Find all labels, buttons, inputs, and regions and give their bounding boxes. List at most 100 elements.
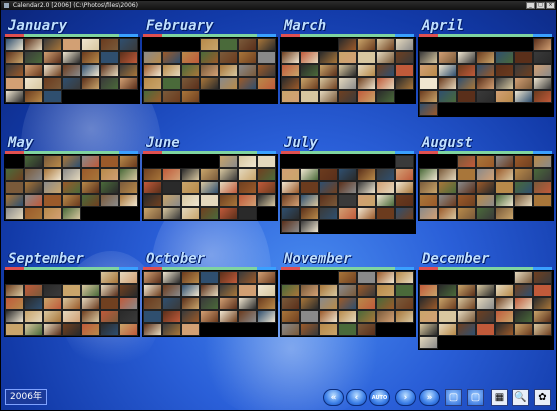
day-thumbnail[interactable] bbox=[338, 51, 357, 64]
auto-button[interactable]: AUTO bbox=[369, 389, 390, 406]
day-thumbnail[interactable] bbox=[81, 323, 100, 336]
day-thumbnail[interactable] bbox=[43, 194, 62, 207]
day-thumbnail[interactable] bbox=[533, 38, 552, 51]
day-thumbnail[interactable] bbox=[438, 297, 457, 310]
day-thumbnail[interactable] bbox=[338, 64, 357, 77]
month-title[interactable]: February bbox=[146, 18, 213, 34]
day-thumbnail[interactable] bbox=[281, 220, 300, 233]
day-thumbnail[interactable] bbox=[300, 194, 319, 207]
day-thumbnail[interactable] bbox=[100, 310, 119, 323]
day-thumbnail[interactable] bbox=[257, 284, 276, 297]
day-thumbnail[interactable] bbox=[238, 38, 257, 51]
day-thumbnail[interactable] bbox=[514, 77, 533, 90]
month-title[interactable]: July bbox=[284, 135, 318, 151]
day-thumbnail[interactable] bbox=[438, 310, 457, 323]
day-thumbnail[interactable] bbox=[43, 51, 62, 64]
day-thumbnail[interactable] bbox=[200, 168, 219, 181]
day-thumbnail[interactable] bbox=[438, 168, 457, 181]
day-thumbnail[interactable] bbox=[419, 103, 438, 116]
day-thumbnail[interactable] bbox=[357, 310, 376, 323]
day-thumbnail[interactable] bbox=[62, 323, 81, 336]
day-thumbnail[interactable] bbox=[100, 194, 119, 207]
day-thumbnail[interactable] bbox=[257, 181, 276, 194]
day-thumbnail[interactable] bbox=[257, 271, 276, 284]
day-thumbnail[interactable] bbox=[200, 51, 219, 64]
day-thumbnail[interactable] bbox=[419, 207, 438, 220]
day-thumbnail[interactable] bbox=[200, 271, 219, 284]
day-thumbnail[interactable] bbox=[395, 51, 414, 64]
day-thumbnail[interactable] bbox=[476, 155, 495, 168]
day-thumbnail[interactable] bbox=[181, 271, 200, 284]
day-thumbnail[interactable] bbox=[300, 168, 319, 181]
day-thumbnail[interactable] bbox=[181, 194, 200, 207]
thumbnail-view-button[interactable]: ▦ bbox=[491, 389, 508, 406]
day-thumbnail[interactable] bbox=[533, 155, 552, 168]
day-thumbnail[interactable] bbox=[257, 155, 276, 168]
day-thumbnail[interactable] bbox=[181, 284, 200, 297]
day-thumbnail[interactable] bbox=[376, 284, 395, 297]
day-thumbnail[interactable] bbox=[300, 284, 319, 297]
day-thumbnail[interactable] bbox=[495, 310, 514, 323]
day-thumbnail[interactable] bbox=[376, 194, 395, 207]
day-thumbnail[interactable] bbox=[119, 271, 138, 284]
last-button[interactable]: » bbox=[419, 389, 440, 406]
day-thumbnail[interactable] bbox=[533, 77, 552, 90]
day-thumbnail[interactable] bbox=[376, 90, 395, 103]
day-thumbnail[interactable] bbox=[200, 181, 219, 194]
day-thumbnail[interactable] bbox=[238, 77, 257, 90]
day-thumbnail[interactable] bbox=[281, 194, 300, 207]
day-thumbnail[interactable] bbox=[457, 284, 476, 297]
day-thumbnail[interactable] bbox=[438, 181, 457, 194]
day-thumbnail[interactable] bbox=[119, 181, 138, 194]
day-thumbnail[interactable] bbox=[338, 90, 357, 103]
day-thumbnail[interactable] bbox=[319, 51, 338, 64]
day-thumbnail[interactable] bbox=[438, 51, 457, 64]
day-thumbnail[interactable] bbox=[24, 207, 43, 220]
day-thumbnail[interactable] bbox=[219, 38, 238, 51]
day-thumbnail[interactable] bbox=[514, 64, 533, 77]
view-button-2[interactable]: ▢ bbox=[467, 389, 484, 406]
day-thumbnail[interactable] bbox=[81, 155, 100, 168]
day-thumbnail[interactable] bbox=[514, 323, 533, 336]
day-thumbnail[interactable] bbox=[300, 51, 319, 64]
day-thumbnail[interactable] bbox=[495, 77, 514, 90]
day-thumbnail[interactable] bbox=[495, 323, 514, 336]
day-thumbnail[interactable] bbox=[143, 297, 162, 310]
day-thumbnail[interactable] bbox=[319, 90, 338, 103]
month-title[interactable]: May bbox=[8, 135, 33, 151]
day-thumbnail[interactable] bbox=[281, 297, 300, 310]
day-thumbnail[interactable] bbox=[43, 168, 62, 181]
day-thumbnail[interactable] bbox=[457, 64, 476, 77]
day-thumbnail[interactable] bbox=[357, 194, 376, 207]
day-thumbnail[interactable] bbox=[162, 194, 181, 207]
day-thumbnail[interactable] bbox=[395, 194, 414, 207]
day-thumbnail[interactable] bbox=[476, 323, 495, 336]
month-title[interactable]: October bbox=[146, 251, 205, 267]
day-thumbnail[interactable] bbox=[162, 310, 181, 323]
day-thumbnail[interactable] bbox=[62, 207, 81, 220]
day-thumbnail[interactable] bbox=[143, 323, 162, 336]
day-thumbnail[interactable] bbox=[219, 77, 238, 90]
day-thumbnail[interactable] bbox=[24, 51, 43, 64]
day-thumbnail[interactable] bbox=[319, 194, 338, 207]
day-thumbnail[interactable] bbox=[24, 90, 43, 103]
day-thumbnail[interactable] bbox=[257, 194, 276, 207]
day-thumbnail[interactable] bbox=[162, 181, 181, 194]
day-thumbnail[interactable] bbox=[257, 297, 276, 310]
day-thumbnail[interactable] bbox=[514, 168, 533, 181]
day-thumbnail[interactable] bbox=[514, 284, 533, 297]
day-thumbnail[interactable] bbox=[81, 77, 100, 90]
day-thumbnail[interactable] bbox=[476, 181, 495, 194]
day-thumbnail[interactable] bbox=[495, 297, 514, 310]
day-thumbnail[interactable] bbox=[100, 297, 119, 310]
day-thumbnail[interactable] bbox=[219, 310, 238, 323]
day-thumbnail[interactable] bbox=[119, 38, 138, 51]
day-thumbnail[interactable] bbox=[43, 77, 62, 90]
day-thumbnail[interactable] bbox=[395, 64, 414, 77]
day-thumbnail[interactable] bbox=[181, 207, 200, 220]
day-thumbnail[interactable] bbox=[514, 310, 533, 323]
day-thumbnail[interactable] bbox=[200, 64, 219, 77]
day-thumbnail[interactable] bbox=[395, 284, 414, 297]
day-thumbnail[interactable] bbox=[143, 271, 162, 284]
day-thumbnail[interactable] bbox=[100, 77, 119, 90]
